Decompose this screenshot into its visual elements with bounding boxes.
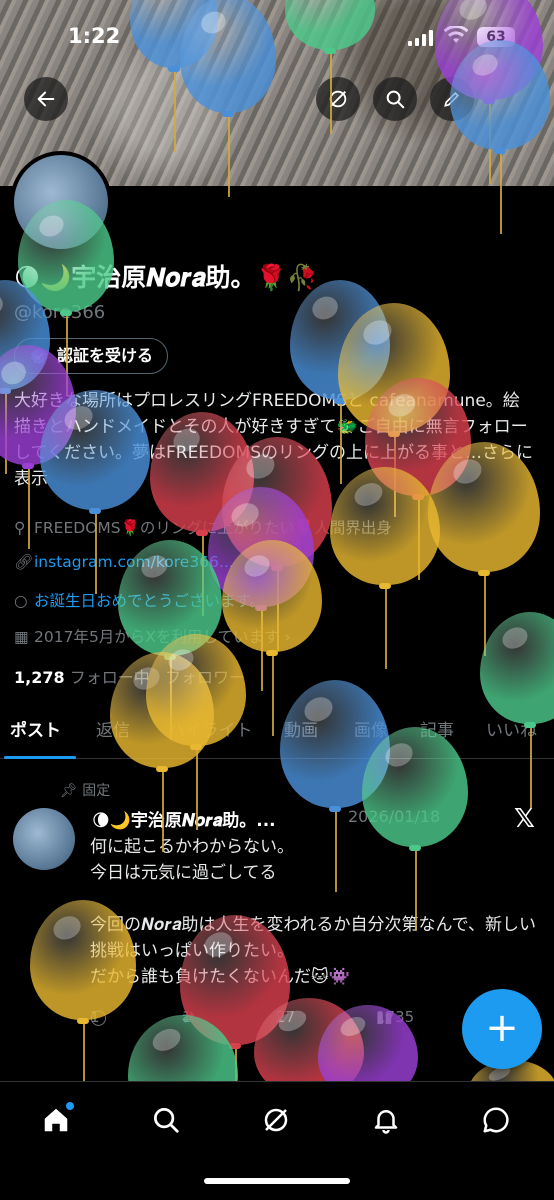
nav-notifications[interactable] <box>366 1100 406 1140</box>
balloon-knot <box>379 583 391 589</box>
x-logo-icon: 𝕏 <box>514 804 535 834</box>
nav-search[interactable] <box>146 1100 186 1140</box>
search-icon <box>154 1108 179 1133</box>
balloon <box>480 612 554 724</box>
nav-grok[interactable] <box>256 1100 296 1140</box>
chat-icon <box>483 1107 509 1133</box>
balloon-knot <box>164 654 176 660</box>
balloon-string <box>418 500 420 580</box>
post-date: 2026/01/18 <box>348 807 441 826</box>
balloon-string <box>385 589 387 669</box>
search-icon <box>386 90 405 109</box>
balloon-knot <box>266 650 278 656</box>
joined-text: 2017年5月からXを利用しています <box>34 628 280 646</box>
balloon-knot <box>229 1043 241 1049</box>
bell-icon <box>374 1110 398 1134</box>
active-tab-indicator <box>4 756 76 759</box>
tab-posts[interactable]: ポスト <box>10 716 61 741</box>
grok-button[interactable] <box>316 77 360 121</box>
location-icon: ⚲ <box>14 519 26 537</box>
signal-icon <box>408 30 434 46</box>
search-button[interactable] <box>373 77 417 121</box>
grok-icon <box>264 1108 288 1132</box>
profile-name: 🌘🌙宇治原𝑵𝒐𝒓𝒂助。🌹🥀 <box>14 263 318 292</box>
following-label: フォロー中 <box>69 668 150 687</box>
status-bar: 1:22 63 <box>0 22 554 52</box>
tab-highlights[interactable]: ハイライト <box>168 716 253 741</box>
like-count: 27 <box>276 1008 296 1026</box>
balloon-knot <box>478 570 490 576</box>
edit-icon <box>444 91 460 107</box>
balloon-knot <box>271 565 283 571</box>
balloon-knot <box>329 806 341 812</box>
followers-label: フォロワー <box>164 668 245 687</box>
post-actions: ◯ 1 ⇄ 1 ♡ 27 ▮▮ 1735 <box>90 1008 460 1032</box>
post-text[interactable]: 何に起こるかわからない。 今日は元気に過ごしてる 今回の𝑵𝒐𝒓𝒂助は人生を変われ… <box>90 834 540 990</box>
calendar-icon: ▦ <box>14 628 29 646</box>
back-icon <box>37 91 55 107</box>
verified-badge-icon <box>30 347 48 365</box>
tab-replies[interactable]: 返信 <box>96 716 130 741</box>
website-text[interactable]: instagram.com/kore366... <box>34 553 234 571</box>
profile-avatar[interactable] <box>10 151 112 253</box>
post-author[interactable]: 🌘🌙宇治原𝑵𝒐𝒓𝒂助。... <box>92 806 276 831</box>
nav-messages[interactable] <box>476 1100 516 1140</box>
pinned-label: 固定 <box>82 783 111 799</box>
balloon-knot <box>412 494 424 500</box>
tab-videos[interactable]: 動画 <box>284 716 318 741</box>
verify-label: 認証を受ける <box>57 346 154 365</box>
profile-birthday: ○ お誕生日おめでとうございます。 <box>14 589 265 611</box>
profile-tabs: ポスト 返信 ハイライト 動画 画像 記事 いいね <box>0 710 554 759</box>
views-count: 1735 <box>376 1008 415 1026</box>
balloon-knot <box>0 388 11 394</box>
tab-media[interactable]: 画像 <box>354 716 388 741</box>
edit-button[interactable] <box>430 77 474 121</box>
balloon-knot <box>77 1018 89 1024</box>
grok-icon <box>329 90 347 108</box>
home-icon <box>44 1108 68 1132</box>
pin-icon: 📌︎ <box>60 783 78 799</box>
profile-website[interactable]: 🔗︎instagram.com/kore366... <box>14 553 234 571</box>
balloon <box>290 280 390 400</box>
verify-button[interactable]: 認証を受ける <box>14 338 169 374</box>
notification-dot <box>66 1102 74 1110</box>
chevron-right-icon: › <box>279 628 291 646</box>
balloon-string <box>484 576 486 656</box>
tab-likes[interactable]: いいね <box>486 716 537 741</box>
home-indicator <box>204 1178 350 1184</box>
following-count[interactable]: 1,278 <box>14 668 65 687</box>
wifi-icon <box>443 24 469 49</box>
balloon-icon: ○ <box>14 592 28 610</box>
balloon-string <box>235 1049 237 1081</box>
balloon-string <box>261 611 263 691</box>
balloon-knot <box>89 508 101 514</box>
balloon-knot <box>156 766 168 772</box>
balloon-string <box>83 1024 85 1081</box>
post-avatar[interactable] <box>13 808 75 870</box>
birthday-text: お誕生日おめでとうございます。 <box>34 592 265 610</box>
profile-location: ⚲ FREEDOMS🌹のリングに上がりたい🌹人間界出身 <box>14 516 392 538</box>
battery-indicator: 63 <box>477 27 515 47</box>
follow-stats[interactable]: 1,278 フォロー中 フォロワー <box>14 664 245 688</box>
status-time: 1:22 <box>68 24 121 48</box>
reply-count: 1 <box>90 1008 100 1026</box>
tab-articles[interactable]: 記事 <box>420 716 454 741</box>
plus-icon: + <box>485 1005 519 1051</box>
profile-bio: 大好きな場所はプロレスリングFREEDOMSと cafeanamune。絵描きと… <box>14 391 533 489</box>
profile-joined[interactable]: ▦ 2017年5月からXを利用しています › <box>14 625 291 647</box>
location-text: FREEDOMS🌹のリングに上がりたい🌹人間界出身 <box>34 519 392 537</box>
profile-handle: @kore366 <box>14 302 106 323</box>
back-button[interactable] <box>24 77 68 121</box>
balloon-string <box>5 394 7 474</box>
nav-home[interactable] <box>36 1100 76 1140</box>
link-icon: 🔗︎ <box>14 553 34 571</box>
compose-button[interactable]: + <box>462 989 542 1069</box>
repost-count: 1 <box>182 1008 192 1026</box>
pinned-indicator: 📌︎ 固定 <box>60 780 110 800</box>
